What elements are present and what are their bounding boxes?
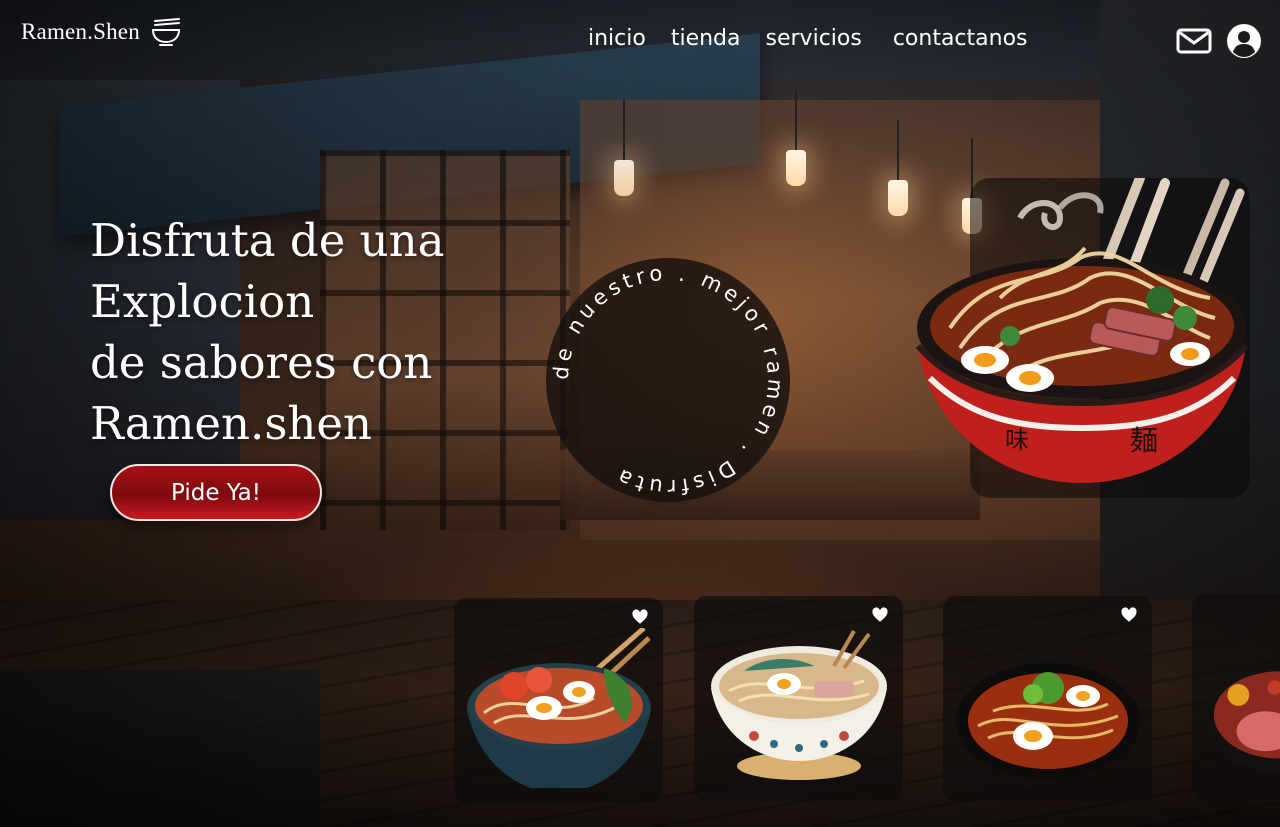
nav-servicios[interactable]: servicios [766,26,862,51]
heart-icon[interactable] [631,608,649,626]
mail-icon[interactable] [1176,24,1212,58]
brand[interactable]: Ramen.Shen [21,16,182,48]
order-now-button[interactable]: Pide Ya! [110,464,322,521]
bowl-mark: 味 [1005,426,1029,454]
product-card[interactable] [454,598,663,803]
heart-icon[interactable] [1120,606,1138,624]
ramen-bowl-white-floral-image [711,630,887,780]
hero-ramen-bowl-image: 味 麺 [915,178,1250,498]
nav-inicio[interactable]: inicio [588,26,646,51]
product-card[interactable] [943,596,1152,801]
hero-title-line: Explocion [90,275,315,328]
product-card[interactable] [1192,594,1280,799]
nav-contactanos[interactable]: contactanos [893,26,1028,51]
bowl-mark: 麺 [1130,424,1158,457]
hero-title-line: Disfruta de una [90,214,445,267]
nav-tienda[interactable]: tienda [671,26,741,51]
header-actions [1176,23,1262,59]
hero-title-line: Ramen.shen [90,397,373,450]
ramen-bowl-icon [151,18,180,46]
brand-name: Ramen.Shen [21,19,140,44]
user-account-icon[interactable] [1226,23,1262,59]
product-card[interactable] [694,596,903,801]
hero-title-line: de sabores con [90,336,433,389]
ramen-bowl-spicy-egg-image [956,663,1140,779]
heart-icon[interactable] [871,606,889,624]
ramen-bowl-partial-image [1202,663,1280,773]
ramen-bowl-tomato-egg-image [467,628,651,788]
badge-disc [546,258,790,502]
circular-text-badge: de nuestro . mejor ramen . Disfruta [546,258,790,502]
hero-title: Disfruta de una Explocion de sabores con… [90,210,510,454]
main-nav: inicio tienda servicios contactanos [588,26,1028,51]
